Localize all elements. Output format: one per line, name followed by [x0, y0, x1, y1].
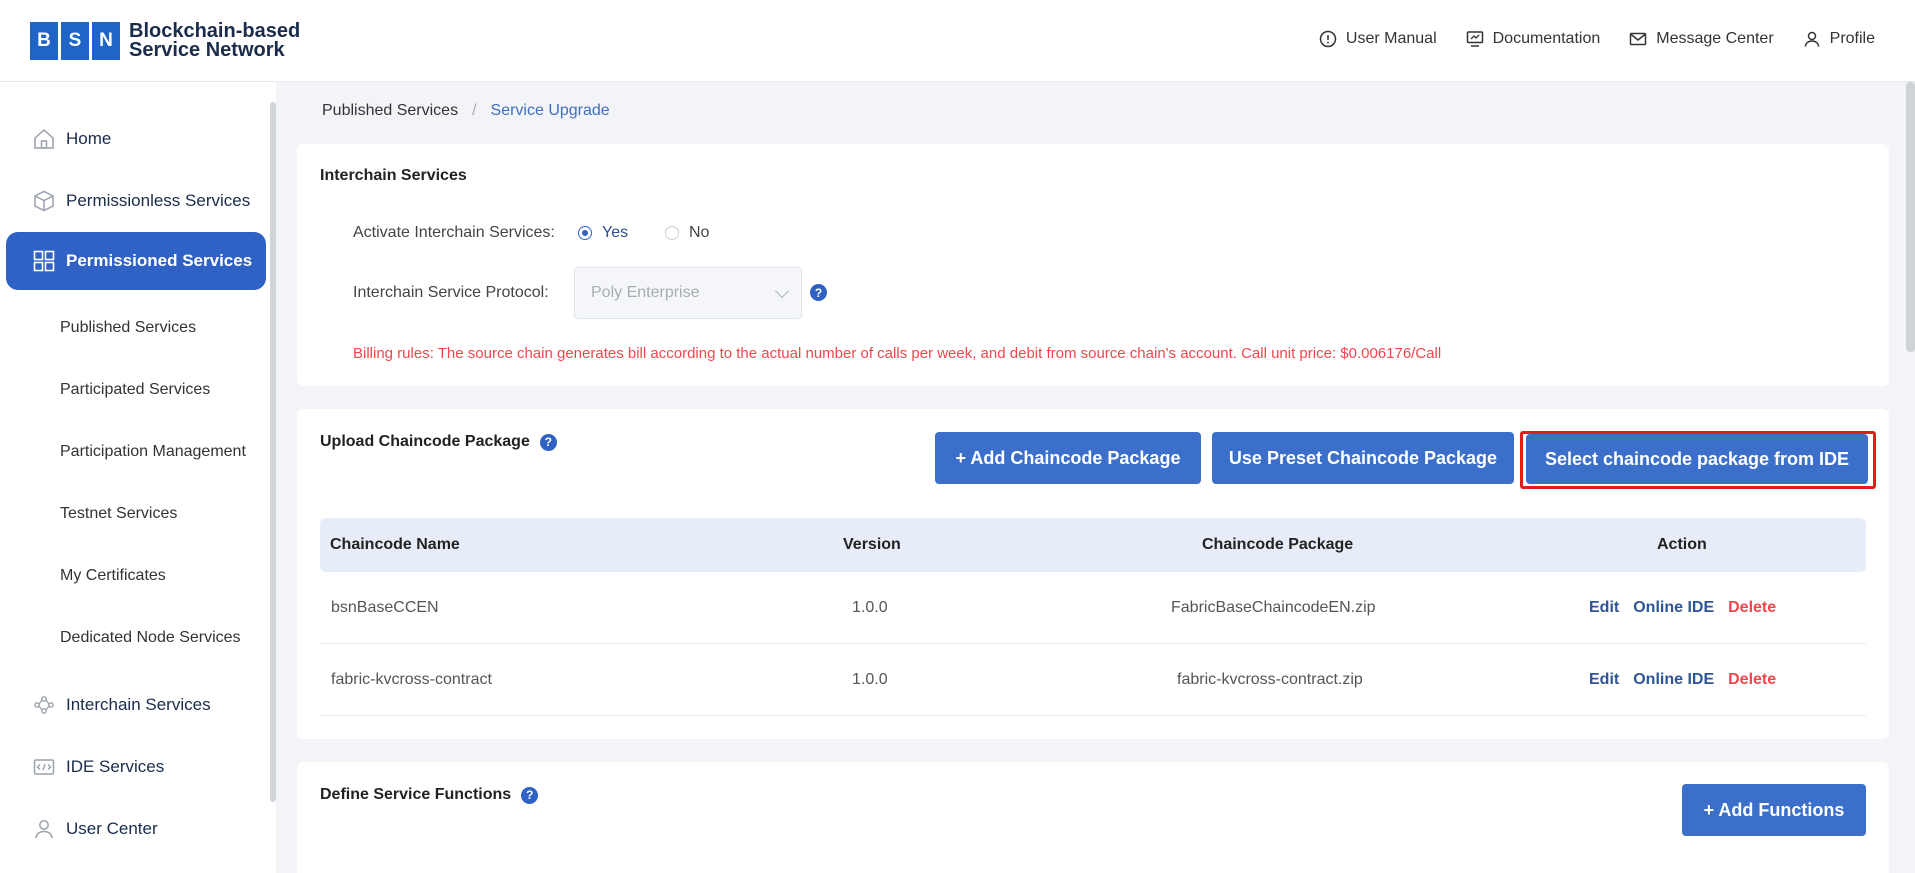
- sidebar-item-permissionless-label: Permissionless Services: [66, 191, 251, 210]
- user-icon: [35, 820, 53, 839]
- sidebar-sub-participation-management[interactable]: Participation Management: [60, 437, 246, 467]
- breadcrumb-separator: /: [472, 102, 477, 119]
- sidebar-sub-participated[interactable]: Participated Services: [60, 375, 210, 405]
- sidebar-item-ide-label: IDE Services: [66, 757, 165, 776]
- ide-icon: [33, 759, 55, 775]
- sidebar-item-user-center[interactable]: User Center: [0, 800, 266, 858]
- billing-rules-text: Billing rules: The source chain generate…: [353, 345, 1442, 362]
- sidebar: Home Permissionless Services Permissione…: [0, 82, 276, 873]
- row-version: 1.0.0: [852, 599, 888, 616]
- sidebar-item-permissioned-label: Permissioned Services: [66, 251, 253, 270]
- sidebar-item-home-label: Home: [66, 129, 112, 148]
- logo-letter-n: N: [92, 22, 120, 60]
- define-functions-title: Define Service Functions ?: [320, 786, 539, 804]
- row-chaincode-name: fabric-kvcross-contract: [331, 671, 492, 688]
- protocol-select[interactable]: Poly Enterprise: [574, 267, 802, 319]
- define-functions-card: [297, 762, 1889, 873]
- sidebar-sub-testnet[interactable]: Testnet Services: [60, 499, 177, 529]
- use-preset-chaincode-button[interactable]: Use Preset Chaincode Package: [1212, 432, 1514, 484]
- logo-mark: B S N: [30, 22, 123, 60]
- home-icon: [34, 128, 54, 149]
- upload-help-icon[interactable]: ?: [539, 433, 557, 451]
- sidebar-item-permissionless[interactable]: Permissionless Services: [0, 172, 266, 230]
- logo-text: Blockchain-based Service Network: [129, 21, 300, 61]
- col-chaincode-package: Chaincode Package: [1202, 536, 1354, 553]
- protocol-select-value: Poly Enterprise: [591, 284, 700, 301]
- sidebar-sub-dedicated-node[interactable]: Dedicated Node Services: [60, 623, 241, 653]
- upload-chaincode-title-text: Upload Chaincode Package: [320, 433, 530, 450]
- top-header: B S N Blockchain-based Service Network U…: [0, 0, 1915, 82]
- radio-no-label: No: [689, 224, 710, 241]
- sidebar-item-home[interactable]: Home: [0, 110, 266, 168]
- bsn-logo[interactable]: B S N Blockchain-based Service Network: [30, 21, 300, 61]
- nav-documentation[interactable]: Documentation: [1465, 29, 1601, 49]
- nav-profile-label: Profile: [1829, 30, 1875, 47]
- cube-icon: [34, 190, 54, 212]
- row-package: FabricBaseChaincodeEN.zip: [1171, 599, 1376, 616]
- protocol-help-icon[interactable]: ?: [810, 284, 827, 301]
- logo-letter-b: B: [30, 22, 58, 60]
- nav-user-manual[interactable]: User Manual: [1318, 29, 1437, 49]
- sidebar-sub-certificates[interactable]: My Certificates: [60, 561, 166, 591]
- edit-link[interactable]: Edit: [1589, 599, 1619, 617]
- chaincode-table-header: Chaincode Name Version Chaincode Package…: [320, 518, 1866, 572]
- nav-profile[interactable]: Profile: [1802, 29, 1875, 49]
- online-ide-link[interactable]: Online IDE: [1633, 599, 1714, 617]
- row-chaincode-name: bsnBaseCCEN: [331, 599, 439, 616]
- online-ide-link[interactable]: Online IDE: [1633, 671, 1714, 689]
- interchain-title: Interchain Services: [320, 167, 467, 185]
- sidebar-item-permissioned[interactable]: Permissioned Services: [6, 232, 266, 290]
- edit-link[interactable]: Edit: [1589, 671, 1619, 689]
- network-icon: [34, 696, 54, 714]
- sidebar-item-ide[interactable]: IDE Services: [0, 738, 266, 796]
- col-action: Action: [1657, 536, 1707, 553]
- nav-user-manual-label: User Manual: [1345, 30, 1437, 47]
- grid-icon: [33, 250, 55, 272]
- define-functions-title-text: Define Service Functions: [320, 786, 512, 803]
- functions-help-icon[interactable]: ?: [521, 786, 539, 804]
- activate-interchain-label: Activate Interchain Services:: [353, 224, 555, 241]
- col-version: Version: [843, 536, 901, 553]
- radio-no-dot[interactable]: [665, 226, 679, 240]
- radio-no[interactable]: No: [665, 224, 709, 242]
- help-circle-icon: [1319, 30, 1337, 48]
- sidebar-item-interchain[interactable]: Interchain Services: [0, 676, 266, 734]
- protocol-label: Interchain Service Protocol:: [353, 284, 549, 301]
- sidebar-scrollbar[interactable]: [270, 102, 276, 802]
- delete-link[interactable]: Delete: [1728, 671, 1776, 689]
- highlight-box: [1520, 431, 1876, 489]
- monitor-icon: [1466, 31, 1483, 47]
- add-chaincode-package-button[interactable]: + Add Chaincode Package: [935, 432, 1201, 484]
- chevron-down-icon: [774, 283, 790, 299]
- row-package: fabric-kvcross-contract.zip: [1177, 671, 1363, 688]
- user-icon: [1804, 31, 1819, 47]
- interchain-title-text: Interchain Services: [320, 167, 467, 184]
- upload-chaincode-title: Upload Chaincode Package ?: [320, 433, 557, 451]
- main-scrollbar[interactable]: [1906, 82, 1915, 352]
- row-actions: Edit Online IDE Delete: [1589, 572, 1776, 644]
- breadcrumb-published[interactable]: Published Services: [322, 102, 458, 120]
- radio-yes[interactable]: Yes: [578, 224, 628, 242]
- sidebar-item-user-center-label: User Center: [66, 819, 158, 838]
- breadcrumb-current: Service Upgrade: [490, 102, 610, 119]
- delete-link[interactable]: Delete: [1728, 599, 1776, 617]
- row-version: 1.0.0: [852, 671, 888, 688]
- header-nav: User Manual Documentation Message Center…: [1318, 0, 1875, 78]
- nav-documentation-label: Documentation: [1492, 30, 1601, 47]
- sidebar-sub-published[interactable]: Published Services: [60, 313, 196, 343]
- nav-message-center-label: Message Center: [1656, 30, 1774, 47]
- row-actions: Edit Online IDE Delete: [1589, 644, 1776, 716]
- nav-message-center[interactable]: Message Center: [1628, 29, 1774, 49]
- logo-line-2: Service Network: [129, 39, 285, 61]
- radio-yes-label: Yes: [602, 224, 629, 241]
- add-functions-button[interactable]: + Add Functions: [1682, 784, 1866, 836]
- table-row: bsnBaseCCEN 1.0.0 FabricBaseChaincodeEN.…: [320, 572, 1866, 644]
- logo-letter-s: S: [61, 22, 89, 60]
- table-row: fabric-kvcross-contract 1.0.0 fabric-kvc…: [320, 644, 1866, 716]
- mail-icon: [1630, 32, 1647, 46]
- col-chaincode-name: Chaincode Name: [330, 536, 460, 553]
- sidebar-item-interchain-label: Interchain Services: [66, 695, 211, 714]
- breadcrumb: Published Services / Service Upgrade: [322, 102, 610, 120]
- radio-yes-dot[interactable]: [578, 226, 592, 240]
